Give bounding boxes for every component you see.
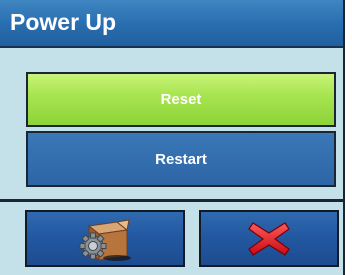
setup-softkey[interactable] bbox=[25, 210, 185, 267]
restart-button[interactable]: Restart bbox=[26, 131, 336, 187]
dialog-title: Power Up bbox=[10, 9, 117, 35]
restart-button-label: Restart bbox=[155, 150, 207, 168]
power-up-dialog: Power Up Reset Restart bbox=[0, 0, 345, 275]
reset-button[interactable]: Reset bbox=[26, 72, 336, 127]
reset-button-label: Reset bbox=[160, 91, 202, 108]
close-x-icon bbox=[247, 219, 291, 259]
title-bar: Power Up bbox=[0, 0, 343, 48]
setup-box-gear-icon bbox=[77, 216, 133, 262]
cancel-softkey[interactable] bbox=[199, 210, 339, 267]
